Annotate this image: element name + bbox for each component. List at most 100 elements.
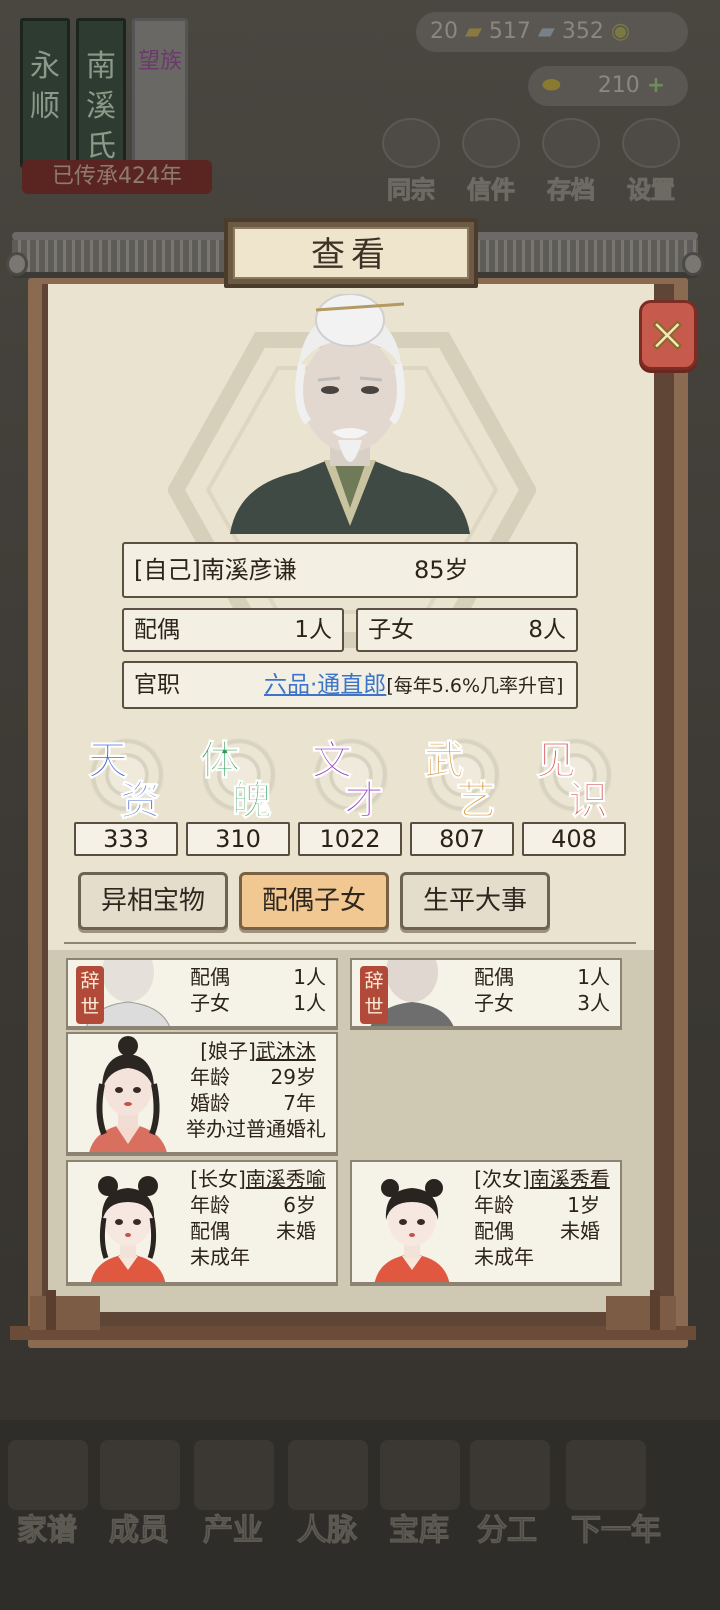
- children-count-box: 子女 8人: [356, 608, 578, 652]
- nav-members[interactable]: 成员: [94, 1505, 184, 1549]
- spouse-key: 配偶: [190, 965, 230, 989]
- self-name: [自己]南溪彦谦: [134, 556, 297, 584]
- books-icon: [382, 118, 440, 168]
- spouse-value: 未婚: [276, 1219, 316, 1243]
- nav-treasury[interactable]: 宝库: [374, 1505, 464, 1549]
- network-icon: [288, 1440, 368, 1510]
- modal-title: 查看: [233, 227, 469, 279]
- self-age: 85岁: [414, 556, 469, 584]
- gold-currency[interactable]: ⬬ 210 +: [528, 66, 688, 106]
- save-button[interactable]: 存档: [532, 118, 610, 205]
- avatar: [89, 1036, 167, 1152]
- clan-button-label: 同宗: [387, 176, 436, 205]
- settings-button[interactable]: 设置: [612, 118, 690, 205]
- spouse-value: 1人: [293, 965, 326, 989]
- spouse-count-box: 配偶 1人: [122, 608, 344, 652]
- attr-talent-char2: 资: [120, 777, 161, 825]
- spouse-label: 配偶: [134, 617, 180, 643]
- daughter1-name[interactable]: 南溪秀喻: [246, 1167, 326, 1191]
- title-plaque: 查看: [224, 218, 478, 288]
- attr-insight-char2: 识: [568, 777, 609, 825]
- clan-button[interactable]: 同宗: [372, 118, 450, 205]
- letters-button[interactable]: 信件: [452, 118, 530, 205]
- children-value: 1人: [293, 991, 326, 1015]
- lantern-icon: [566, 1440, 646, 1510]
- daughter1-tag: [长女]: [190, 1167, 246, 1191]
- modal-base: [10, 1290, 696, 1340]
- daughter2-name[interactable]: 南溪秀看: [530, 1167, 610, 1191]
- children-value: 3人: [577, 991, 610, 1015]
- deceased-badge: 辞世: [76, 966, 104, 1024]
- inheritance-years: 已传承424年: [22, 160, 212, 194]
- spouse-value: 未婚: [560, 1219, 600, 1243]
- nav-network[interactable]: 人脉: [282, 1505, 372, 1549]
- brush-icon: [542, 118, 600, 168]
- elder-portrait: [230, 294, 470, 534]
- industry-icon: [194, 1440, 274, 1510]
- attr-literacy: 文 才: [298, 728, 402, 825]
- official-box: 官职 六品·通直郎[每年5.6%几率升官]: [122, 661, 578, 709]
- attr-martial: 武 艺: [410, 728, 514, 825]
- tab-treasures[interactable]: 异相宝物: [78, 872, 228, 930]
- age-key: 年龄: [190, 1065, 230, 1089]
- nav-division[interactable]: 分工: [462, 1505, 552, 1549]
- coin-icon: ◉: [610, 19, 631, 44]
- list-item-wife[interactable]: [娘子]武沐沐 年龄 29岁 婚龄 7年 举办过普通婚礼: [66, 1032, 338, 1156]
- children-key: 子女: [190, 991, 230, 1015]
- wife-tag: [娘子]: [200, 1039, 256, 1063]
- official-rank-link[interactable]: 六品·通直郎: [264, 672, 386, 698]
- children-count: 8人: [528, 617, 566, 643]
- clan-scroll-2: 南溪氏: [76, 18, 126, 168]
- spouse-key: 配偶: [474, 965, 514, 989]
- attr-talent-value: 333: [74, 822, 178, 856]
- self-info-box: [自己]南溪彦谦 85岁: [122, 542, 578, 598]
- avatar: [374, 1179, 450, 1282]
- official-label: 官职: [134, 672, 180, 698]
- silver-bar-icon: ▰: [537, 19, 555, 44]
- spouse-count: 1人: [294, 617, 332, 643]
- clan-banner: 永顺 南溪氏 望族: [14, 10, 199, 180]
- add-icon: +: [646, 73, 666, 98]
- list-item-daughter-1[interactable]: [长女]南溪秀喻 年龄 6岁 配偶 未婚 未成年: [66, 1160, 338, 1286]
- section-divider: [64, 932, 636, 944]
- list-item-deceased-child-1[interactable]: 辞世 配偶 1人 子女 1人: [66, 958, 338, 1030]
- copper-value: 352: [561, 19, 604, 44]
- clan-scroll-1: 永顺: [20, 18, 70, 168]
- clan-scroll-3: 望族: [132, 18, 188, 168]
- attr-insight-value: 408: [522, 822, 626, 856]
- children-label: 子女: [368, 617, 414, 643]
- children-key: 子女: [474, 991, 514, 1015]
- attr-insight: 见 识: [522, 728, 626, 825]
- gear-icon: [622, 118, 680, 168]
- tab-life-events[interactable]: 生平大事: [400, 872, 550, 930]
- division-icon: [470, 1440, 550, 1510]
- attr-literacy-value: 1022: [298, 822, 402, 856]
- minor-status: 未成年: [190, 1245, 250, 1269]
- attr-physique-value: 310: [186, 822, 290, 856]
- letter-icon: [462, 118, 520, 168]
- wife-name[interactable]: 武沐沐: [256, 1039, 316, 1063]
- save-button-label: 存档: [547, 176, 596, 205]
- coins-value: 20: [430, 19, 458, 44]
- attr-physique-char2: 魄: [232, 777, 273, 825]
- nav-genealogy[interactable]: 家谱: [2, 1505, 92, 1549]
- gold-bar-icon: ▰: [465, 19, 482, 44]
- treasury-icon: [380, 1440, 460, 1510]
- list-item-deceased-child-2[interactable]: 辞世 配偶 1人 子女 3人: [350, 958, 622, 1030]
- age-key: 年龄: [474, 1193, 514, 1217]
- close-x-icon: ✕: [647, 309, 688, 363]
- spouse-key: 配偶: [190, 1219, 230, 1243]
- attr-talent: 天 资: [74, 728, 178, 825]
- deceased-badge: 辞世: [360, 966, 388, 1024]
- minor-status: 未成年: [474, 1245, 534, 1269]
- avatar: [90, 1176, 166, 1282]
- marriage-age-key: 婚龄: [190, 1091, 230, 1115]
- nav-industry[interactable]: 产业: [188, 1505, 278, 1549]
- nav-next-year[interactable]: 下一年: [556, 1505, 676, 1549]
- wedding-note: 举办过普通婚礼: [186, 1117, 326, 1141]
- list-item-daughter-2[interactable]: [次女]南溪秀看 年龄 1岁 配偶 未婚 未成年: [350, 1160, 622, 1286]
- attr-literacy-char2: 才: [344, 777, 385, 825]
- close-button[interactable]: ✕: [639, 300, 697, 370]
- tab-spouse-children[interactable]: 配偶子女: [239, 872, 389, 930]
- daughter2-tag: [次女]: [474, 1167, 530, 1191]
